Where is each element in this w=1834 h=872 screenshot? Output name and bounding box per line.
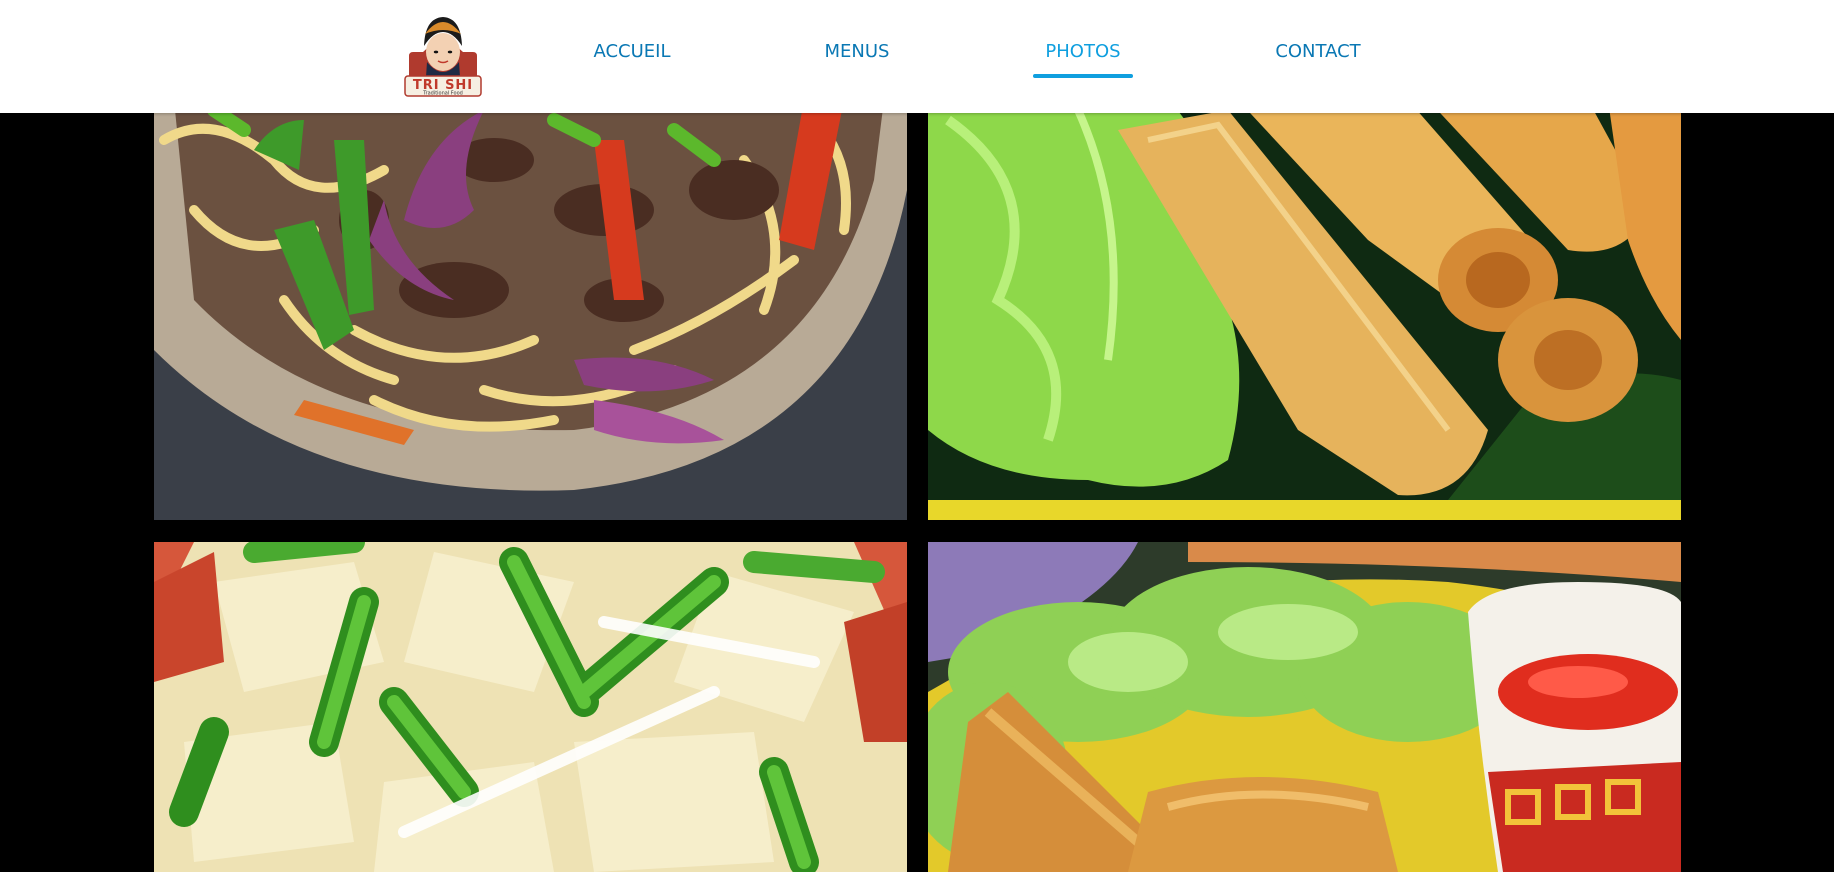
nav-menus[interactable]: MENUS [808, 41, 906, 73]
logo-emblem-icon: TRI SHI Traditional Food [404, 17, 482, 97]
gallery-photo-spring-rolls[interactable] [928, 100, 1681, 520]
nav-contact[interactable]: CONTACT [1262, 41, 1374, 73]
omelette-image [154, 542, 907, 872]
site-header: TRI SHI Traditional Food ACCUEIL MENUS P… [0, 0, 1834, 113]
gallery-photo-samosas[interactable] [928, 542, 1681, 872]
samosas-image [928, 542, 1681, 872]
gallery-photo-beef-udon[interactable] [154, 100, 907, 520]
beef-udon-image [154, 100, 907, 520]
nav-photos[interactable]: PHOTOS [1033, 41, 1133, 73]
nav-accueil[interactable]: ACCUEIL [580, 41, 684, 73]
gallery-photo-omelette[interactable] [154, 542, 907, 872]
site-logo[interactable]: TRI SHI Traditional Food [401, 12, 485, 100]
spring-rolls-image [928, 100, 1681, 520]
logo-tagline-text: Traditional Food [422, 91, 463, 97]
nav-active-indicator [1033, 74, 1133, 78]
